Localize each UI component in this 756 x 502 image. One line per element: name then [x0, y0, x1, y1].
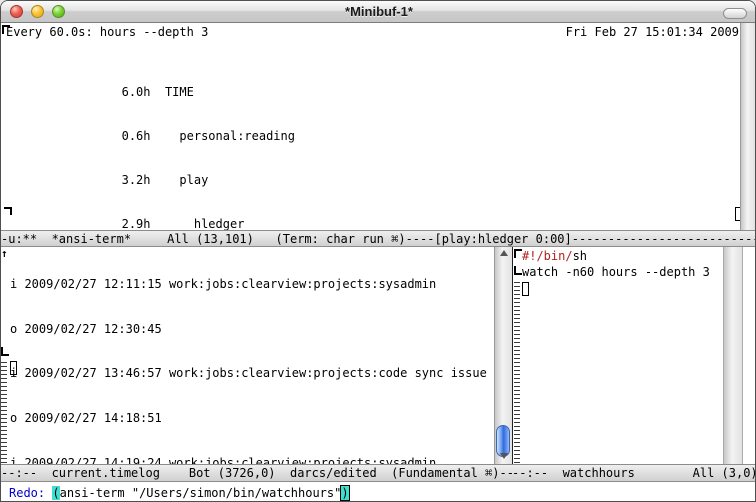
timelog-line: o 2009/02/27 12:30:45 [10, 321, 487, 338]
window-title: *Minibuf-1* [1, 4, 756, 19]
zoom-button[interactable] [52, 5, 65, 18]
script-window[interactable]: #!/bin/sh watch -n60 hours --depth 3 [513, 247, 756, 464]
empty-lines-indicator-icon [1, 362, 7, 464]
report-line: 6.0h TIME [6, 84, 295, 100]
title-bar[interactable]: *Minibuf-1* [1, 1, 756, 23]
modeline-ansi-term[interactable]: -u:** *ansi-term* All (13,101) (Term: ch… [1, 230, 756, 247]
script-shebang-line: #!/bin/sh [522, 248, 587, 264]
shebang-interpreter: sh [573, 249, 587, 263]
buffer-top-indicator-icon [2, 25, 10, 34]
scroll-down-arrow-icon[interactable] [495, 453, 512, 459]
scroll-up-arrow-icon[interactable] [495, 250, 512, 256]
timelog-cursor [10, 361, 17, 375]
ansi-term-window[interactable]: Every 60.0s: hours --depth 3 Fri Feb 27 … [1, 23, 756, 230]
minibuffer[interactable]: Redo: (ansi-term "/Users/simon/bin/watch… [1, 482, 756, 502]
timelog-line: i 2009/02/27 13:46:57 work:jobs:clearvie… [10, 365, 487, 382]
emacs-window: *Minibuf-1* Every 60.0s: hours --depth 3… [0, 0, 756, 502]
modeline-watchhours[interactable]: --:-- watchhours All (3,0) [512, 464, 756, 482]
timelog-scrollbar[interactable] [494, 247, 512, 464]
timelog-line: o 2009/02/27 14:18:51 [10, 410, 487, 427]
close-button[interactable] [10, 5, 23, 18]
report-line: 0.6h personal:reading [6, 128, 295, 144]
ansi-term-scrollbar[interactable] [740, 23, 755, 230]
modeline-timelog[interactable]: --:-- current.timelog Bot (3726,0) darcs… [1, 464, 512, 482]
matched-close-paren-cursor: ) [340, 485, 349, 501]
script-scrollbar[interactable] [723, 247, 743, 464]
bottom-split: i 2009/02/27 12:11:15 work:jobs:clearvie… [1, 247, 756, 464]
buffer-top-indicator-icon [514, 249, 522, 258]
empty-lines-indicator-icon [514, 282, 520, 464]
report-line: 3.2h play [6, 172, 295, 188]
watch-timestamp: Fri Feb 27 15:01:34 2009 [566, 25, 739, 41]
timelog-line: i 2009/02/27 12:11:15 work:jobs:clearvie… [10, 276, 487, 293]
matched-open-paren: ( [52, 486, 59, 500]
minibuffer-text: ansi-term "/Users/simon/bin/watchhours" [60, 486, 342, 500]
buffer-bottom-indicator-icon [4, 207, 12, 215]
buffer-bottom-indicator-icon [1, 347, 9, 356]
script-cursor [522, 282, 529, 296]
watch-header: Every 60.0s: hours --depth 3 Fri Feb 27 … [1, 25, 741, 41]
scrolled-above-indicator-icon: ↑ [1, 247, 9, 260]
minibuffer-prompt: Redo: [9, 486, 52, 500]
buffer-bottom-indicator-icon [514, 266, 522, 275]
shebang-comment: #!/bin/ [522, 249, 573, 263]
window-controls [10, 5, 65, 18]
toolbar-toggle-button[interactable] [723, 8, 747, 19]
watch-command-text: Every 60.0s: hours --depth 3 [6, 25, 208, 41]
script-command-line: watch -n60 hours --depth 3 [522, 264, 710, 280]
minimize-button[interactable] [31, 5, 44, 18]
